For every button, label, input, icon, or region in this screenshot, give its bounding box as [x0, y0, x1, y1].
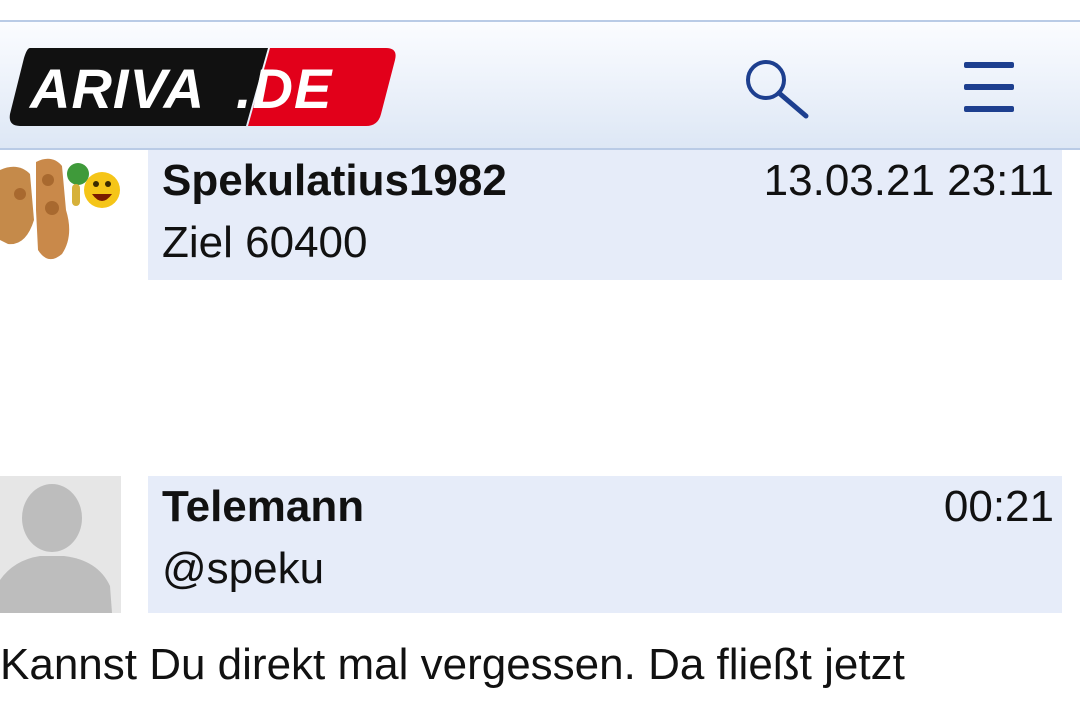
menu-button[interactable]	[960, 56, 1020, 120]
post-author[interactable]: Spekulatius1982	[162, 156, 507, 206]
post-header-card: Spekulatius1982 13.03.21 23:11 Ziel 6040…	[148, 150, 1062, 280]
post-author[interactable]: Telemann	[162, 482, 364, 532]
site-header: ARIVA .DE	[0, 20, 1080, 150]
logo-text-left: ARIVA	[28, 57, 205, 120]
post-header-card: Telemann 00:21 @speku	[148, 476, 1062, 613]
hamburger-menu-icon	[964, 62, 1014, 112]
search-button[interactable]	[742, 56, 812, 120]
default-user-avatar[interactable]	[0, 476, 121, 613]
post-body-text: Kannst Du direkt mal vergessen. Da fließ…	[0, 640, 905, 689]
page: ARIVA .DE Spekulatius1982 13.03.21 23:11…	[0, 0, 1080, 701]
logo-text-right: .DE	[236, 57, 333, 120]
search-icon	[746, 60, 809, 119]
post-timestamp: 13.03.21 23:11	[763, 156, 1054, 205]
post-excerpt: Ziel 60400	[162, 218, 368, 267]
speculoos-cookie-avatar[interactable]	[0, 150, 122, 268]
post-excerpt: @speku	[162, 544, 325, 593]
ariva-logo[interactable]: ARIVA .DE	[8, 48, 396, 126]
post-timestamp: 00:21	[943, 482, 1054, 531]
